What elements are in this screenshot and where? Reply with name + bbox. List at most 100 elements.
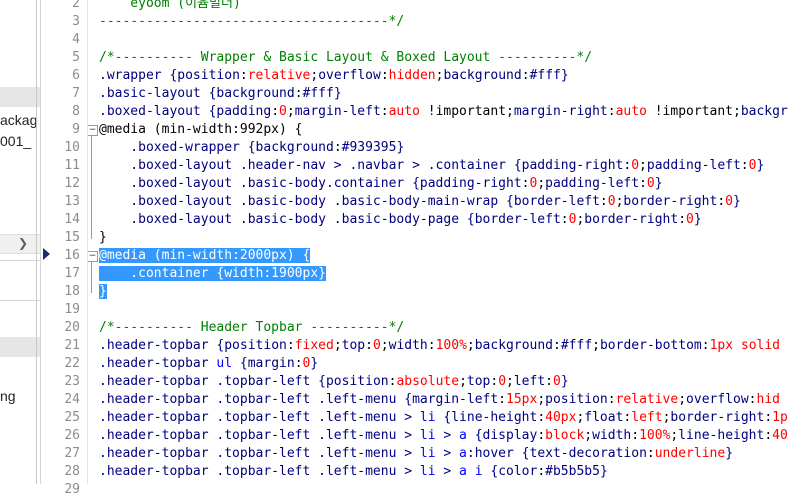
- code-line[interactable]: 22 .header-topbar ul {margin:0}: [0, 355, 797, 373]
- line-number: 18: [64, 284, 80, 299]
- code-line[interactable]: 15}: [0, 229, 797, 247]
- code-token: margin-right: [513, 104, 608, 119]
- code-token: >: [435, 428, 460, 443]
- code-token: absolute: [396, 374, 460, 389]
- bookmark-arrow-icon[interactable]: [43, 248, 50, 260]
- code-token: }: [333, 86, 342, 101]
- line-number: 9: [72, 122, 80, 137]
- code-line[interactable]: 17 .container {width:1900px}: [0, 265, 797, 283]
- code-token: ;: [506, 374, 514, 389]
- code-token: }: [732, 194, 741, 209]
- code-line[interactable]: 23 .header-topbar .topbar-left {position:…: [0, 373, 797, 391]
- code-token: .header-topbar .topbar-left .left-menu >: [99, 428, 420, 443]
- code-line[interactable]: 4: [0, 31, 797, 49]
- line-number: 10: [64, 140, 80, 155]
- code-token: backgr: [740, 104, 788, 119]
- code-line[interactable]: 24 .header-topbar .topbar-left .left-menu…: [0, 391, 797, 409]
- code-token: }: [396, 140, 405, 155]
- code-token: 0: [372, 338, 381, 353]
- code-token: border-left: [474, 212, 561, 227]
- code-token: ): [232, 0, 241, 11]
- code-token: 0: [607, 194, 616, 209]
- code-line[interactable]: 11 .boxed-layout .header-nav > .navbar >…: [0, 157, 797, 175]
- code-text: .header-topbar ul {margin:0}: [99, 355, 318, 373]
- code-text: .header-topbar .topbar-left {position: ab…: [99, 373, 569, 391]
- code-token: block: [545, 428, 585, 443]
- fold-toggle-icon[interactable]: −: [87, 125, 98, 136]
- code-line[interactable]: 16− @media (min-width:2000px) {: [0, 247, 797, 265]
- code-line[interactable]: 12 .boxed-layout .basic-body.container {…: [0, 175, 797, 193]
- code-token: padding-right: [419, 176, 522, 191]
- code-editor[interactable]: 2 eyoom (이윰빌더) 3 -------------------------…: [0, 0, 797, 497]
- code-text: .boxed-layout .basic-body .basic-body-ma…: [99, 193, 741, 211]
- code-token: eyoom (: [99, 0, 186, 11]
- code-token: :: [599, 194, 608, 209]
- code-line[interactable]: 3 -------------------------------------*/: [0, 13, 797, 31]
- code-token: :: [607, 104, 616, 119]
- code-token: .boxed-layout .basic-body .basic-body-pa…: [99, 212, 475, 227]
- code-line[interactable]: 13 .boxed-layout .basic-body .basic-body…: [0, 193, 797, 211]
- code-token: 1px solid: [709, 338, 781, 353]
- code-line[interactable]: 7 .basic-layout {background:#fff}: [0, 85, 797, 103]
- code-token: }: [599, 464, 608, 479]
- code-token: 0: [631, 158, 640, 173]
- fold-toggle-icon[interactable]: −: [87, 251, 98, 262]
- code-token: a: [459, 464, 467, 479]
- code-token: auto: [388, 104, 420, 119]
- code-token: .header-topbar .topbar-left .left-menu >: [99, 464, 420, 479]
- code-token: .basic-layout {: [99, 86, 217, 101]
- code-line[interactable]: 28 .header-topbar .topbar-left .left-menu…: [0, 463, 797, 481]
- code-line[interactable]: 5 /*---------- Wrapper & Basic Layout & B…: [0, 49, 797, 67]
- code-line[interactable]: 20 /*---------- Header Topbar ----------*…: [0, 319, 797, 337]
- code-token: }: [693, 212, 702, 227]
- code-line[interactable]: 26 .header-topbar .topbar-left .left-menu…: [0, 427, 797, 445]
- code-token: }: [310, 356, 319, 371]
- code-token: :: [239, 68, 248, 83]
- code-token: #fff: [529, 68, 561, 83]
- code-token: width: [592, 428, 632, 443]
- line-number: 17: [64, 266, 80, 281]
- line-number: 20: [64, 320, 80, 335]
- code-token: i: [474, 464, 483, 479]
- code-token: 0: [498, 374, 507, 389]
- code-token: :: [545, 374, 553, 389]
- code-line[interactable]: 6 .wrapper {position:relative;overflow:hi…: [0, 67, 797, 85]
- code-token: .boxed-wrapper {: [99, 140, 256, 155]
- code-line[interactable]: 9− @media (min-width:992px) {: [0, 121, 797, 139]
- code-token: ;: [592, 338, 600, 353]
- code-text: -------------------------------------*/: [99, 13, 404, 31]
- line-number: 26: [64, 428, 80, 443]
- code-line[interactable]: 21 .header-topbar {position:fixed;top:0;w…: [0, 337, 797, 355]
- code-token: border-left: [513, 194, 600, 209]
- code-token: ;: [678, 392, 687, 407]
- line-number: 25: [64, 410, 80, 425]
- code-token: left: [513, 374, 546, 389]
- code-token: {: [482, 464, 499, 479]
- code-line[interactable]: 2 eyoom (이윰빌더): [0, 0, 797, 13]
- code-token: li: [419, 410, 436, 425]
- code-token: border-right: [623, 194, 718, 209]
- fold-guide: [91, 261, 92, 293]
- code-line[interactable]: 8 .boxed-layout {padding:0;margin-left:au…: [0, 103, 797, 121]
- code-token: :: [740, 158, 749, 173]
- code-token: :: [553, 338, 561, 353]
- code-token: !important;: [419, 104, 514, 119]
- gutter-separator: [87, 0, 88, 484]
- code-text: .header-topbar {position:fixed;top:0;wid…: [99, 337, 780, 355]
- code-token: @media (min-width:2000px) {: [99, 248, 311, 263]
- code-token: underline: [654, 446, 726, 461]
- code-line[interactable]: 19: [0, 301, 797, 319]
- code-line[interactable]: 10 .boxed-wrapper {background:#939395}: [0, 139, 797, 157]
- line-number: 4: [72, 32, 80, 47]
- code-line[interactable]: 25 .header-topbar .topbar-left .left-menu…: [0, 409, 797, 427]
- code-line[interactable]: 18}: [0, 283, 797, 301]
- code-text: .header-topbar .topbar-left .left-menu >…: [99, 445, 733, 463]
- code-token: .header-topbar .topbar-left .left-menu {: [99, 392, 413, 407]
- code-line[interactable]: 14 .boxed-layout .basic-body .basic-body…: [0, 211, 797, 229]
- code-token: :: [639, 176, 647, 191]
- code-token: ul: [216, 356, 233, 371]
- code-line[interactable]: 27 .header-topbar .topbar-left .left-menu…: [0, 445, 797, 463]
- code-token: :hover {: [466, 446, 530, 461]
- code-text: eyoom (이윰빌더): [99, 0, 241, 13]
- line-number: 8: [72, 104, 80, 119]
